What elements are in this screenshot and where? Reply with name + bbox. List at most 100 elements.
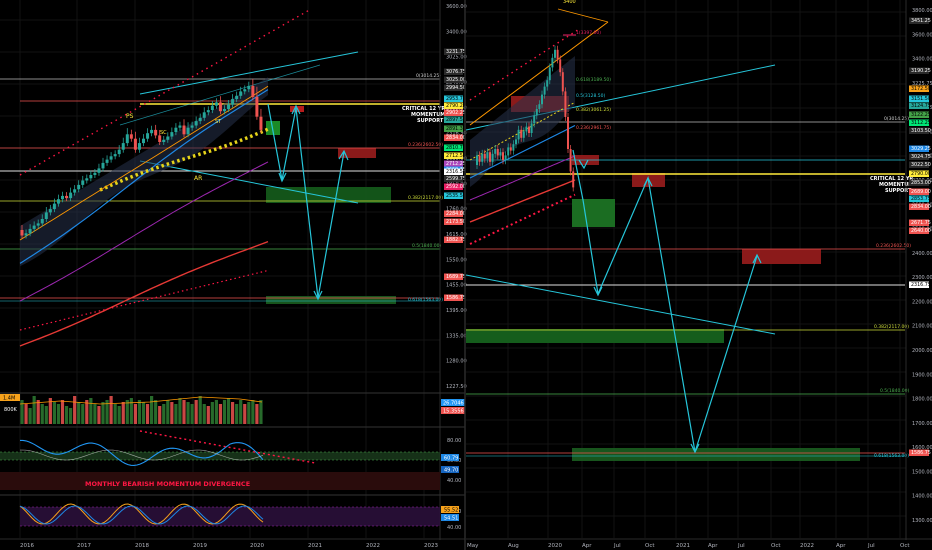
time-tick: Apr [582,543,592,549]
rsi-value-2: 49.70 [444,468,458,474]
price-tick: 2000.00 [912,348,932,354]
left-cloud-band [20,77,268,267]
left-ma-red-dotted [19,269,269,331]
right-ma-red-dotted [469,193,576,245]
price-label: 2834.00 [911,204,931,210]
right-ma-red [469,179,576,223]
annotation-st: ST [215,119,222,125]
price-tick: 1280.00 [446,359,467,365]
price-label: 2284.00 [446,211,466,217]
rsi-value-1: 60.79 [444,456,458,462]
left-panel[interactable]: PS AR SC ST CRITICAL 12 YR MOMENTUM SUPP… [0,0,467,549]
right-fib-0382: 0.382(2117.00) [874,324,909,330]
time-tick: Apr [708,543,718,549]
price-tick: 2200.00 [912,299,932,305]
price-tick: 1500.00 [912,469,932,475]
right-critical-label-line-3: SUPPORT [885,188,912,194]
right-fib-05: 0.5(3128.50) [576,93,606,99]
price-label: 3151.50 [911,96,931,102]
price-label: 2902.25 [446,110,466,116]
price-label: 2897.50 [446,117,466,123]
price-tick: 1335.00 [446,333,467,339]
price-label: 2853.00 [911,180,931,186]
price-tick: 1400.00 [912,494,932,500]
price-label: 2790.25 [446,103,466,109]
price-tick: 1800.00 [912,397,932,403]
volume-badge-text: 1.4M [3,396,15,402]
price-label: 3025.00 [446,77,466,83]
price-label: 2316.50 [446,169,466,175]
price-tick: 1455.00 [446,283,467,289]
right-fib-05b: 0.5(1840.00) [880,388,910,394]
price-label: 2994.50 [446,85,466,91]
time-tick: Oct [771,543,781,549]
time-tick: Apr [836,543,846,549]
right-fib-1: 1(3397.00) [576,30,601,36]
price-label: 2689.00 [911,189,931,195]
right-fib-0: 0(3014.25) [884,116,909,122]
left-fib-0618: 0.618(1563.00) [408,297,443,303]
left-green-zone-lower [266,296,396,304]
time-tick: Jul [867,543,875,549]
price-label: 3231.75 [446,49,466,55]
price-label: 2810.75 [446,145,466,151]
price-label: 3451.25 [911,18,931,24]
right-price-axis[interactable]: 3800.003600.003400.003225.753093.752950.… [912,8,932,524]
time-tick: 2022 [800,543,814,549]
price-tick: 3400.00 [446,29,467,35]
price-tick: 3400.00 [912,57,932,63]
right-fib-0382: 0.382(3061.25) [576,107,611,113]
time-tick: 2022 [366,543,380,549]
annotation-ps: PS [126,113,134,120]
price-label: 2535.50 [446,193,466,199]
chart-canvas[interactable]: PS AR SC ST CRITICAL 12 YR MOMENTUM SUPP… [0,0,932,550]
time-tick: May [467,543,479,549]
right-top-label: 3400 [563,0,576,5]
price-tick: 1227.50 [446,384,467,390]
time-tick: Oct [645,543,655,549]
left-ma-orange [19,85,269,241]
price-label: 2953.75 [446,96,466,102]
price-tick: 2400.00 [912,251,932,257]
price-label: 2671.75 [911,220,931,226]
right-cyan-trend-lower [465,274,776,335]
price-label: 2599.75 [446,176,466,182]
price-label: 2173.50 [446,219,466,225]
rsi-green-band [0,452,440,460]
price-label: 2834.00 [446,135,466,141]
price-tick: 3025.00 [446,55,467,61]
price-tick: 1395.00 [446,308,467,314]
right-fib-0618: 0.618(3189.50) [576,77,611,83]
price-label: 2712.25 [446,161,466,167]
right-time-axis[interactable]: May Aug 2020 Apr Jul Oct 2021 Apr Jul Oct 2022 Apr J… [467,543,910,549]
price-tick: 2300.00 [912,275,932,281]
price-label: 3124.75 [911,103,931,109]
time-tick: 2020 [548,543,562,549]
price-label: 3103.50 [911,128,931,134]
price-label: 2891.30 [446,126,466,132]
price-label: 1586.75 [446,295,466,301]
price-label: 3172.50 [911,86,931,92]
stoch-value-2: 54.51 [444,516,458,522]
time-tick: Jul [737,543,745,549]
price-label: 2790.00 [911,171,931,177]
price-tick: 3800.00 [912,8,932,14]
rsi-tick-40: 40.00 [447,478,461,484]
right-green-zone-mid [466,329,724,343]
price-tick: 3600.00 [912,32,932,38]
left-cyan-trend-lower [139,160,359,204]
right-panel[interactable]: 1(3397.00) 0.618(3189.50) 0.5(3128.50) 0… [464,0,932,550]
price-label: 2592.00 [446,184,466,190]
price-label: 3112.25 [911,120,931,126]
price-label: 1586.75 [911,450,931,456]
volume-bars [20,396,263,424]
price-label: 2316.75 [911,282,931,288]
rsi-tick-80: 80.00 [447,438,461,444]
right-green-zone-lower [572,448,860,461]
stoch-value-1: 55.52 [444,508,458,514]
right-fib-0236-top: 0.236(2961.75) [576,125,611,131]
right-cloud-band [470,56,575,187]
price-tick: 1900.00 [912,372,932,378]
time-tick: 2021 [676,543,690,549]
left-time-axis[interactable]: 2016 2017 2018 2019 2020 2021 2022 2023 [20,543,438,549]
